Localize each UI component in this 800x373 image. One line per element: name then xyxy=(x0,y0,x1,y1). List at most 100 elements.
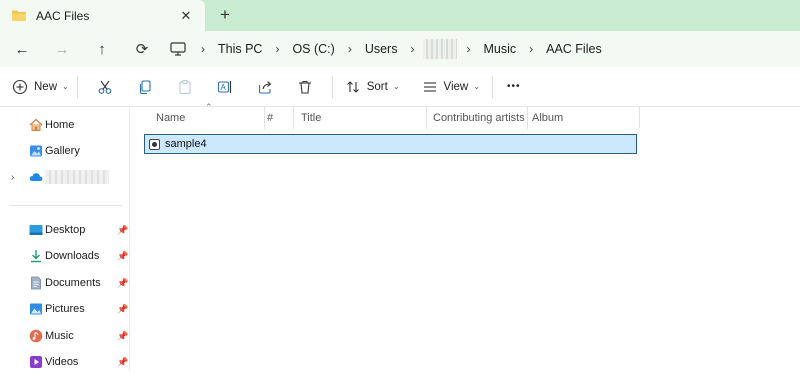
view-button[interactable]: View ⌄ xyxy=(422,73,480,101)
share-icon[interactable] xyxy=(250,73,280,101)
chevron-down-icon: ⌄ xyxy=(62,82,69,91)
monitor-icon[interactable] xyxy=(170,42,186,56)
sidebar-item-downloads[interactable]: Downloads 📌 xyxy=(0,245,130,267)
document-icon xyxy=(29,276,43,290)
column-header-number[interactable]: # xyxy=(267,107,273,129)
tab-aac-files[interactable]: AAC Files ✕ xyxy=(0,0,205,31)
copy-icon[interactable] xyxy=(130,73,160,101)
sidebar-item-label: Videos xyxy=(45,356,79,368)
pin-icon[interactable]: 📌 xyxy=(117,225,128,236)
breadcrumb-music[interactable]: Music xyxy=(479,42,520,56)
forward-button[interactable]: → xyxy=(42,31,82,67)
cloud-icon xyxy=(29,170,43,184)
breadcrumb-os-c[interactable]: OS (C:) xyxy=(288,42,338,56)
sidebar-item-label: Desktop xyxy=(45,224,86,236)
breadcrumb-this-pc[interactable]: This PC xyxy=(214,42,266,56)
new-tab-button[interactable]: + xyxy=(215,4,235,26)
command-bar: New ⌄ A Sort ⌄ View ⌄ ••• xyxy=(0,67,800,107)
picture-icon xyxy=(29,302,43,316)
gallery-icon xyxy=(29,144,43,158)
tab-bar: AAC Files ✕ + xyxy=(0,0,800,31)
pin-icon[interactable]: 📌 xyxy=(117,331,128,342)
navigation-pane: Home Gallery › Desktop 📌 Downloads 📌 Doc… xyxy=(0,107,130,371)
column-divider[interactable] xyxy=(264,107,265,129)
sidebar-item-documents[interactable]: Documents 📌 xyxy=(0,272,130,294)
new-button[interactable]: New ⌄ xyxy=(12,73,69,101)
redacted-username[interactable] xyxy=(423,39,458,59)
column-divider[interactable] xyxy=(293,107,294,129)
home-icon xyxy=(29,118,43,132)
address-bar: ← → ↑ ⟳ › This PC › OS (C:) › Users › › … xyxy=(0,31,800,67)
sidebar-item-label: Downloads xyxy=(45,250,100,262)
column-divider[interactable] xyxy=(639,107,640,129)
cut-icon[interactable] xyxy=(90,73,120,101)
chevron-right-icon: › xyxy=(410,42,415,56)
plus-circle-icon xyxy=(12,79,28,95)
chevron-right-icon: › xyxy=(201,42,205,56)
column-header-name[interactable]: Name xyxy=(156,107,185,129)
toolbar-divider xyxy=(491,75,493,98)
breadcrumb: › This PC › OS (C:) › Users › › Music › … xyxy=(170,31,606,67)
sort-label: Sort xyxy=(366,80,388,93)
refresh-button[interactable]: ⟳ xyxy=(122,31,162,67)
music-icon xyxy=(29,329,43,343)
column-header-album[interactable]: Album xyxy=(532,107,563,129)
chevron-down-icon: ⌄ xyxy=(392,82,400,91)
new-label: New xyxy=(34,80,58,93)
back-button[interactable]: ← xyxy=(2,31,42,67)
sidebar-item-label: Pictures xyxy=(45,303,85,315)
file-name: sample4 xyxy=(165,138,207,150)
video-icon xyxy=(29,355,43,369)
chevron-right-icon: › xyxy=(529,42,534,56)
table-row[interactable]: sample4 xyxy=(144,134,637,154)
sidebar-item-desktop[interactable]: Desktop 📌 xyxy=(0,219,130,241)
toolbar-divider xyxy=(76,75,78,98)
chevron-down-icon: ⌄ xyxy=(473,82,480,91)
column-header-contributing-artists[interactable]: Contributing artists xyxy=(433,107,525,129)
up-button[interactable]: ↑ xyxy=(82,31,122,67)
pin-icon[interactable]: 📌 xyxy=(117,251,128,262)
svg-text:A: A xyxy=(220,83,226,92)
view-list-icon xyxy=(422,79,438,95)
sidebar-item-gallery[interactable]: Gallery xyxy=(0,140,130,162)
breadcrumb-users[interactable]: Users xyxy=(361,42,402,56)
close-icon[interactable]: ✕ xyxy=(177,8,195,24)
column-divider[interactable] xyxy=(426,107,427,129)
column-divider[interactable] xyxy=(527,107,528,129)
sidebar-item-label: Home xyxy=(45,119,75,131)
sidebar-item-pictures[interactable]: Pictures 📌 xyxy=(0,298,130,320)
chevron-right-icon: › xyxy=(347,42,352,56)
pin-icon[interactable]: 📌 xyxy=(117,278,128,289)
toolbar-divider xyxy=(331,75,333,98)
file-list: Name ⌃ # Title Contributing artists Albu… xyxy=(131,102,800,371)
audio-file-icon xyxy=(149,138,160,150)
sort-button[interactable]: Sort ⌄ xyxy=(345,73,400,101)
chevron-right-icon[interactable]: › xyxy=(11,172,14,183)
tab-title: AAC Files xyxy=(36,8,90,23)
desktop-icon xyxy=(29,223,43,237)
sidebar-item-label: Gallery xyxy=(45,145,80,157)
paste-icon[interactable] xyxy=(170,73,200,101)
sidebar-item-label: Music xyxy=(45,330,74,342)
sidebar-item-videos[interactable]: Videos 📌 xyxy=(0,351,130,373)
breadcrumb-aac-files[interactable]: AAC Files xyxy=(542,42,606,56)
redacted-account-name xyxy=(45,170,109,184)
column-header-title[interactable]: Title xyxy=(301,107,321,129)
chevron-right-icon: › xyxy=(466,42,471,56)
pin-icon[interactable]: 📌 xyxy=(117,357,128,368)
sidebar-item-label: Documents xyxy=(45,277,101,289)
sidebar-item-music[interactable]: Music 📌 xyxy=(0,325,130,347)
download-icon xyxy=(29,249,43,263)
chevron-right-icon: › xyxy=(275,42,280,56)
pin-icon[interactable]: 📌 xyxy=(117,304,128,315)
sidebar-item-onedrive[interactable]: › xyxy=(0,166,130,188)
sort-icon xyxy=(345,79,361,95)
more-options-button[interactable]: ••• xyxy=(507,73,521,101)
rename-icon[interactable]: A xyxy=(210,73,240,101)
sidebar-item-home[interactable]: Home xyxy=(0,114,130,136)
view-label: View xyxy=(443,80,469,93)
delete-icon[interactable] xyxy=(290,73,320,101)
folder-icon xyxy=(12,10,26,21)
sidebar-divider xyxy=(10,205,122,206)
sort-ascending-icon: ⌃ xyxy=(205,102,213,112)
